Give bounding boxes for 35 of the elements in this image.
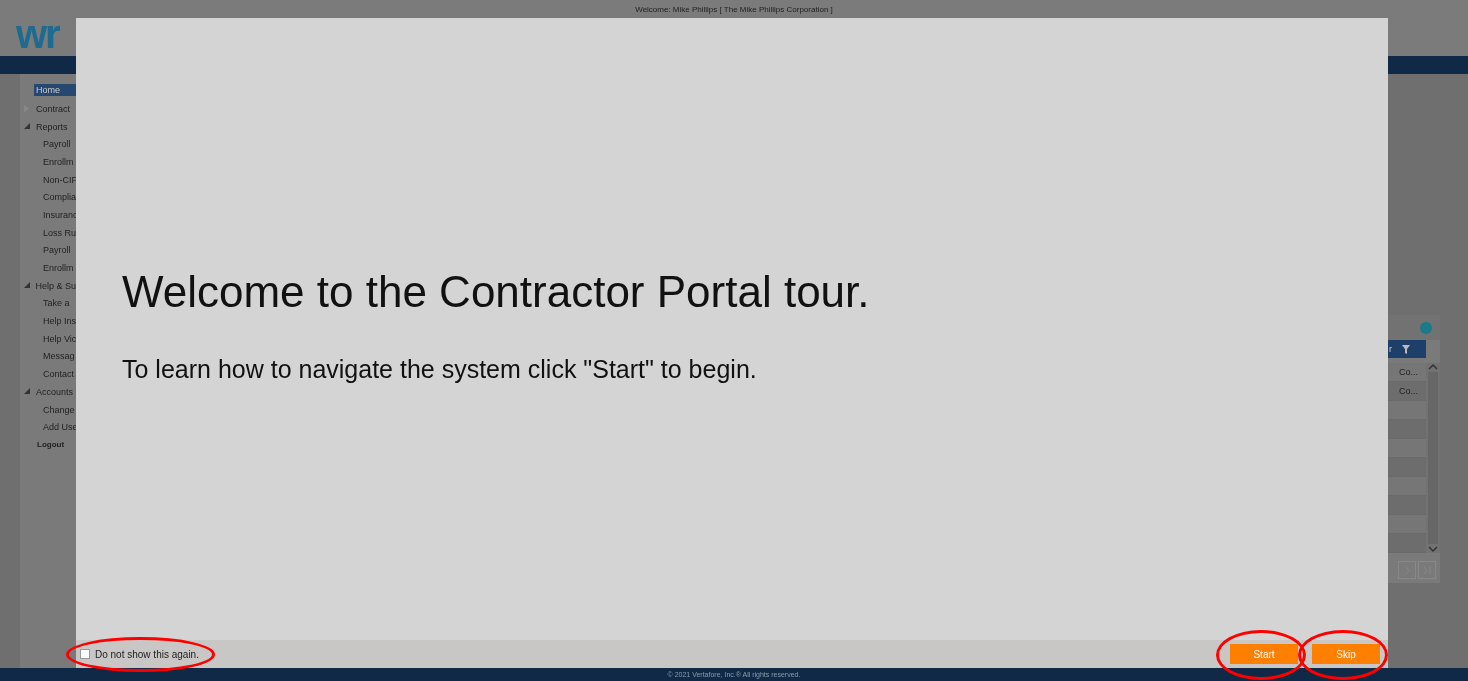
sidebar-item[interactable]: Insuranc [20,206,76,224]
sidebar-item[interactable]: Messag [20,347,76,366]
expanded-arrow-icon [24,388,30,395]
sidebar-section[interactable]: Contract [20,100,76,118]
filter-icon[interactable] [1402,344,1410,354]
sidebar-item[interactable]: Change [20,400,76,419]
sidebar-item[interactable]: Home [34,84,76,96]
sidebar-item[interactable]: Payroll [20,135,76,154]
sidebar-item[interactable]: Enrollm [20,153,76,171]
logout-link[interactable]: Logout [20,436,76,454]
sidebar-section[interactable]: Accounts [20,383,76,401]
sidebar-item[interactable]: Help Vic [20,329,76,348]
start-button[interactable]: Start [1230,644,1298,665]
checkbox[interactable] [80,649,90,659]
sidebar-item[interactable]: Help Ins [20,312,76,330]
column-header[interactable]: r [1389,344,1392,354]
expanded-arrow-icon [24,282,30,289]
expanded-arrow-icon [24,123,30,130]
sidebar-item[interactable]: Payroll [20,241,76,260]
checkbox-label[interactable]: Do not show this again. [95,648,199,660]
skip-button[interactable]: Skip [1312,644,1380,665]
welcome-text: Welcome: Mike Phillips [ The Mike Phillips Corporation ] [634,5,834,14]
sidebar-item[interactable]: Complia [20,188,76,207]
sidebar-item[interactable]: Enrollm [20,259,76,277]
dialog-title: Welcome to the Contractor Portal tour. [122,267,871,317]
sidebar-item[interactable]: Loss Ru [20,223,76,242]
sidebar-section[interactable]: Reports [20,117,76,136]
scroll-down-icon[interactable] [1428,546,1438,553]
sidebar-item[interactable]: Non-CIF [20,170,76,189]
sidebar-section[interactable]: Help & Su [20,276,76,295]
logo: wr [15,11,61,56]
dialog-message: To learn how to navigate the system click "Start" to begin. [122,355,758,384]
sidebar-item[interactable]: Contact [20,365,76,383]
scroll-up-icon[interactable] [1428,363,1438,370]
sidebar-item[interactable]: Take a [20,294,76,313]
